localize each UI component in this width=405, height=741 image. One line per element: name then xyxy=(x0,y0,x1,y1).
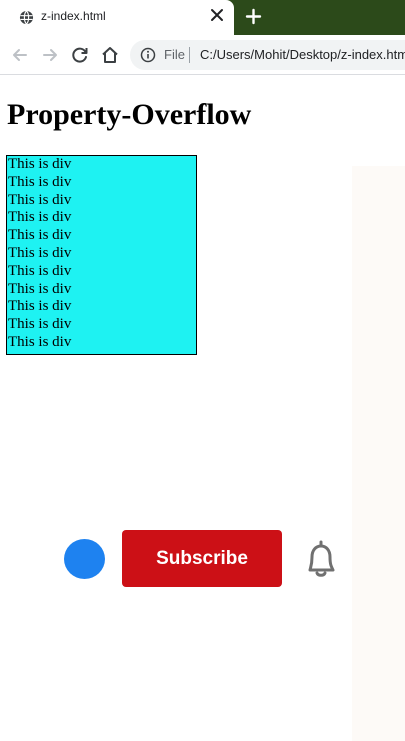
browser-toolbar: File C:/Users/Mohit/Desktop/z-index.html xyxy=(0,35,405,75)
div-text-line: This is div xyxy=(8,280,72,297)
info-icon[interactable] xyxy=(140,47,156,63)
reload-icon[interactable] xyxy=(70,45,90,65)
video-overlay-strip xyxy=(352,166,405,741)
globe-icon xyxy=(19,10,34,25)
tab-z-index[interactable]: z-index.html xyxy=(0,0,234,35)
div-text-line: This is div xyxy=(8,191,72,208)
div-text-line: This is div xyxy=(8,173,72,190)
overflow-demo-div: This is div This is div This is div This is… xyxy=(6,155,197,355)
bell-icon[interactable] xyxy=(302,538,340,580)
div-text-line: This is div xyxy=(8,262,72,279)
back-icon[interactable] xyxy=(10,45,30,65)
close-icon[interactable] xyxy=(210,8,224,22)
address-bar[interactable]: File C:/Users/Mohit/Desktop/z-index.html xyxy=(130,40,405,70)
subscribe-button[interactable]: Subscribe xyxy=(122,530,282,587)
div-text-line: This is div xyxy=(8,298,72,315)
forward-icon[interactable] xyxy=(40,45,60,65)
address-separator xyxy=(189,47,190,63)
page-content: Property-Overflow This is div This is div… xyxy=(0,76,405,741)
div-text-line: This is div xyxy=(8,156,72,172)
div-text-line: This is div xyxy=(8,209,72,226)
page-heading: Property-Overflow xyxy=(7,98,252,131)
address-scheme: File xyxy=(164,47,185,62)
div-text-line: This is div xyxy=(8,244,72,261)
div-text-line: This is div xyxy=(8,333,72,350)
div-text-line: This is div xyxy=(8,316,72,333)
home-icon[interactable] xyxy=(100,45,120,65)
channel-avatar-dot xyxy=(64,539,105,579)
tab-title: z-index.html xyxy=(41,9,106,23)
plus-icon[interactable] xyxy=(245,8,262,25)
address-url[interactable]: C:/Users/Mohit/Desktop/z-index.html xyxy=(200,47,405,62)
div-text-line: This is div xyxy=(8,227,72,244)
tab-strip: z-index.html xyxy=(0,0,405,35)
